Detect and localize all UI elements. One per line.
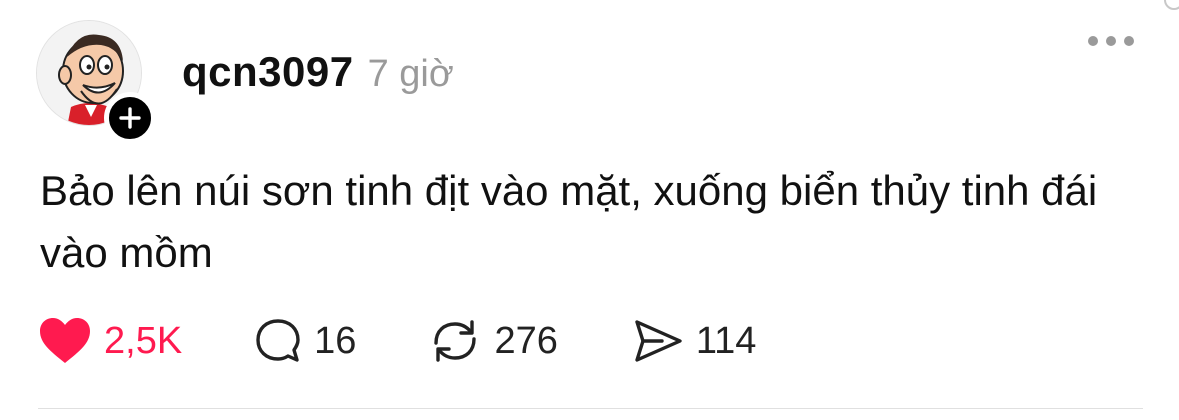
more-dots-icon <box>1106 36 1116 46</box>
username-link[interactable]: qcn3097 <box>182 48 354 96</box>
follow-button[interactable] <box>104 92 156 144</box>
more-dots-icon <box>1088 36 1098 46</box>
repost-button[interactable]: 276 <box>428 317 558 365</box>
comment-button[interactable]: 16 <box>254 317 356 365</box>
scroll-indicator <box>1164 0 1179 10</box>
like-count: 2,5K <box>104 319 183 362</box>
more-options-button[interactable] <box>1088 32 1134 50</box>
thread-post: qcn3097 7 giờ Bảo lên núi sơn tinh địt v… <box>0 0 1179 420</box>
post-text: Bảo lên núi sơn tinh địt vào mặt, xuống … <box>40 167 1098 276</box>
repost-count: 276 <box>494 319 558 362</box>
share-button[interactable]: 114 <box>632 317 757 365</box>
post-timestamp: 7 giờ <box>367 53 454 95</box>
post-divider <box>38 408 1143 409</box>
share-count: 114 <box>695 319 757 362</box>
comment-count: 16 <box>314 319 357 362</box>
repost-icon <box>434 320 477 362</box>
more-dots-icon <box>1124 36 1134 46</box>
heart-icon <box>40 318 90 363</box>
like-button[interactable]: 2,5K <box>38 317 182 365</box>
plus-icon <box>119 107 141 129</box>
post-actions: 2,5K 16 276 114 <box>38 318 756 364</box>
send-icon <box>635 320 682 362</box>
post-header: qcn3097 7 giờ <box>182 48 454 96</box>
avatar-container[interactable] <box>36 20 156 144</box>
comment-icon <box>256 319 300 362</box>
